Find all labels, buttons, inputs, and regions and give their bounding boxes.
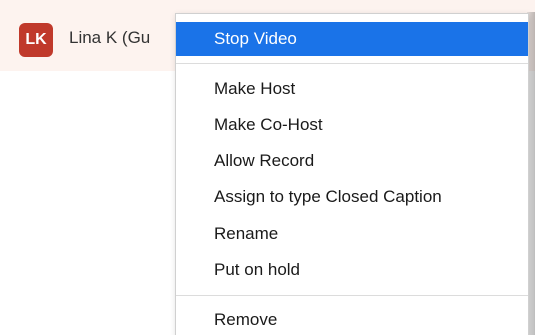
participants-panel: LK Lina K (Gu Stop Video Make Host Make … xyxy=(0,0,535,335)
menu-item-rename[interactable]: Rename xyxy=(176,217,528,251)
menu-item-put-on-hold[interactable]: Put on hold xyxy=(176,253,528,287)
menu-item-remove[interactable]: Remove xyxy=(176,303,528,335)
menu-item-allow-record[interactable]: Allow Record xyxy=(176,144,528,178)
avatar: LK xyxy=(19,23,53,57)
participant-context-menu: Stop Video Make Host Make Co-Host Allow … xyxy=(175,13,529,335)
menu-item-assign-closed-caption[interactable]: Assign to type Closed Caption xyxy=(176,180,528,214)
menu-divider xyxy=(176,63,528,64)
menu-divider xyxy=(176,295,528,296)
menu-item-make-host[interactable]: Make Host xyxy=(176,72,528,106)
menu-item-stop-video[interactable]: Stop Video xyxy=(176,22,528,56)
participant-name: Lina K (Gu xyxy=(69,28,151,47)
menu-item-make-co-host[interactable]: Make Co-Host xyxy=(176,108,528,142)
